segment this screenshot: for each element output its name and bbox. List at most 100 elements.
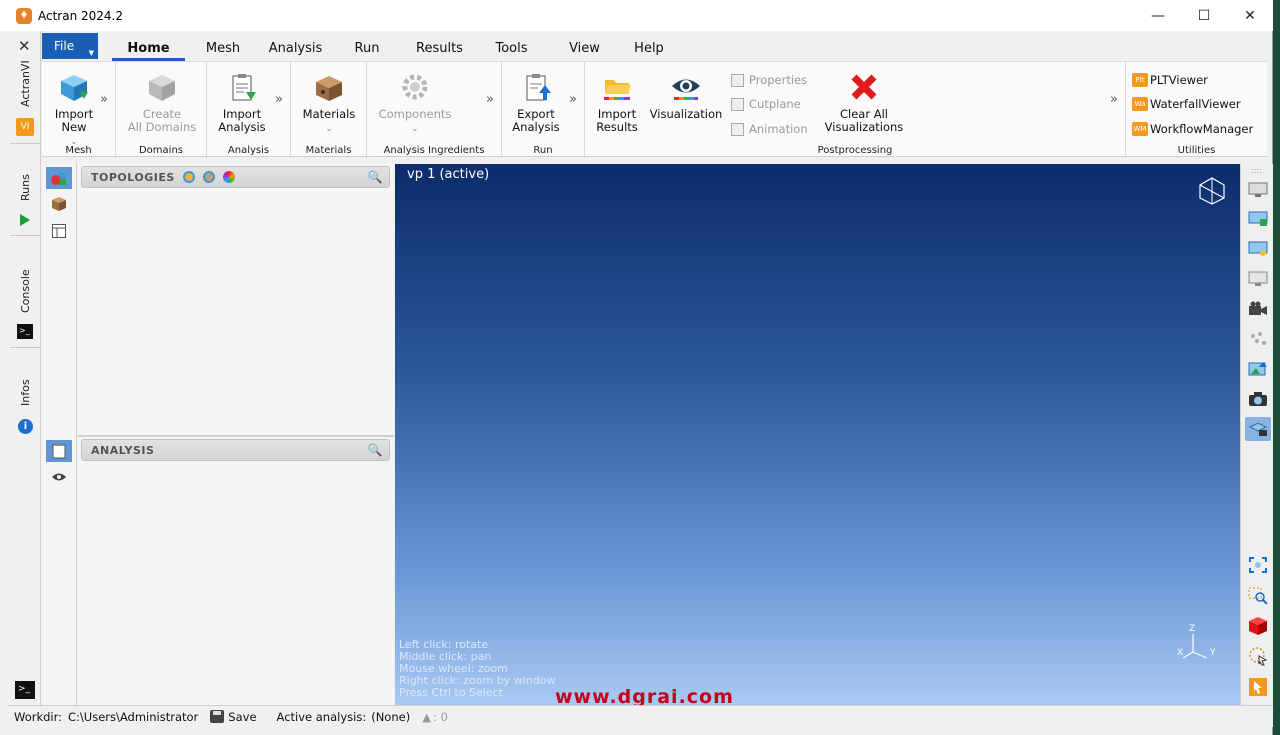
folder-results-icon	[601, 72, 633, 104]
expand-chevron-icon[interactable]: »	[275, 92, 283, 107]
gear-gray-icon	[399, 72, 431, 104]
console-terminal-icon[interactable]: >_	[15, 681, 35, 699]
group-label-analysis: Analysis	[227, 145, 270, 156]
animation-button[interactable]: Animation	[731, 122, 808, 136]
projection-icon[interactable]	[1245, 417, 1271, 441]
layout-icon[interactable]	[46, 220, 72, 242]
tab-results[interactable]: Results	[404, 33, 475, 61]
tab-infos[interactable]: Infos	[19, 379, 32, 406]
tab-console[interactable]: Console	[19, 269, 32, 313]
tab-runs[interactable]: Runs	[19, 174, 32, 201]
workdir-path[interactable]: C:\Users\Administrator	[68, 710, 198, 724]
orientation-cube-icon[interactable]	[1198, 176, 1226, 209]
play-icon[interactable]	[19, 213, 31, 230]
add-viewport-icon[interactable]	[1245, 207, 1271, 231]
left-side-strip: ✕ ActranVI VI Runs Console >_ Infos i >_	[8, 31, 41, 705]
expand-chevron-icon[interactable]: »	[1110, 92, 1118, 107]
filter-box-icon[interactable]	[202, 171, 215, 183]
info-icon[interactable]: i	[18, 419, 33, 434]
materials-button[interactable]: Materials ⌄	[299, 72, 359, 135]
materials-label: Materials	[302, 107, 356, 121]
export-label-2: Analysis	[512, 120, 560, 134]
tab-actranvi[interactable]: ActranVI	[19, 60, 32, 107]
export-image-icon[interactable]	[1245, 357, 1271, 381]
zoom-window-icon[interactable]	[1245, 584, 1271, 608]
close-panel-icon[interactable]: ✕	[18, 37, 31, 55]
analysis-title: ANALYSIS	[91, 443, 155, 457]
pltviewer-icon: Plt	[1132, 73, 1148, 87]
color-wheel-icon[interactable]	[222, 171, 235, 183]
chevron-down-icon: ⌄	[411, 124, 419, 133]
search-icon[interactable]: 🔍	[368, 170, 383, 184]
viewport-toolbar: ::::	[1240, 164, 1273, 705]
tab-analysis[interactable]: Analysis	[261, 33, 330, 61]
group-label-utilities: Utilities	[1177, 145, 1216, 156]
panel-icon-column	[42, 163, 77, 705]
save-button[interactable]: Save	[228, 710, 256, 724]
create-all-domains-button[interactable]: Create All Domains	[126, 72, 198, 134]
pick-mode-icon[interactable]	[1245, 675, 1271, 699]
import-analysis-button[interactable]: Import Analysis	[213, 72, 271, 134]
waterfallviewer-button[interactable]: Wa WaterfallViewer	[1132, 97, 1241, 111]
viewport-title: vp 1 (active)	[407, 167, 490, 182]
export-analysis-button[interactable]: Export Analysis	[508, 72, 564, 134]
close-button[interactable]: ✕	[1227, 0, 1273, 31]
viewport-settings-icon[interactable]	[1245, 237, 1271, 261]
camera-icon[interactable]	[1245, 387, 1271, 411]
save-icon[interactable]	[210, 710, 225, 723]
filter-circle-icon[interactable]	[182, 171, 195, 183]
analysis-panel: ANALYSIS 🔍	[78, 437, 394, 705]
box-icon[interactable]	[46, 193, 72, 215]
red-cube-icon[interactable]	[1245, 614, 1271, 638]
chevron-down-icon: ▼	[88, 49, 94, 57]
ribbon-toolbar: Import New ⌄ » Mesh Create All Domains D…	[42, 61, 1267, 158]
expand-chevron-icon[interactable]: »	[569, 92, 577, 107]
tab-tools[interactable]: Tools	[475, 33, 548, 61]
monitor-icon[interactable]	[1245, 178, 1271, 202]
fit-view-icon[interactable]	[1245, 553, 1271, 577]
file-menu-button[interactable]: File ▼	[42, 33, 98, 59]
tab-view[interactable]: View	[548, 33, 621, 61]
workflowmanager-button[interactable]: WM WorkflowManager	[1132, 122, 1253, 136]
vi-badge[interactable]: VI	[16, 118, 34, 136]
visualization-button[interactable]: Visualization	[649, 72, 723, 121]
clear-all-visualizations-button[interactable]: Clear All Visualizations	[821, 72, 907, 134]
import-results-button[interactable]: Import Results	[593, 72, 641, 134]
topologies-icon[interactable]	[46, 167, 72, 189]
active-analysis-value: (None)	[371, 709, 411, 724]
scatter-points-icon[interactable]	[1245, 327, 1271, 351]
monitor-gray-icon[interactable]	[1245, 267, 1271, 291]
3d-viewport[interactable]: vp 1 (active) Left click: rotate Middle …	[395, 164, 1240, 708]
cutplane-button[interactable]: Cutplane	[731, 97, 801, 111]
pltviewer-button[interactable]: Plt PLTViewer	[1132, 73, 1208, 87]
analysis-clipboard-icon[interactable]	[46, 440, 72, 462]
clear-label-1: Clear All	[840, 107, 888, 121]
ribbon-group-analysis: Import Analysis » Analysis	[207, 62, 291, 158]
expand-chevron-icon[interactable]: »	[486, 92, 494, 107]
components-button[interactable]: Components ⌄	[375, 72, 455, 135]
import-new-button[interactable]: Import New ⌄	[50, 72, 98, 148]
tab-run[interactable]: Run	[330, 33, 404, 61]
lasso-select-icon[interactable]	[1245, 644, 1271, 668]
terminal-icon[interactable]: >_	[17, 324, 33, 339]
ribbon-group-mesh: Import New ⌄ » Mesh	[42, 62, 116, 158]
tab-help[interactable]: Help	[621, 33, 677, 61]
video-camera-icon[interactable]	[1245, 297, 1271, 321]
group-label-materials: Materials	[305, 145, 352, 156]
eye-icon	[670, 72, 702, 104]
search-icon[interactable]: 🔍	[368, 443, 383, 457]
minimize-button[interactable]: —	[1135, 0, 1181, 31]
tab-mesh[interactable]: Mesh	[185, 33, 261, 61]
import-new-label-2: New	[61, 120, 87, 134]
eye-small-icon[interactable]	[46, 466, 72, 488]
workflowmanager-icon: WM	[1132, 122, 1148, 136]
cutplane-label: Cutplane	[749, 97, 801, 111]
box-materials-icon	[313, 72, 345, 104]
expand-chevron-icon[interactable]: »	[100, 92, 108, 107]
warning-icon: ▲	[422, 709, 432, 724]
topologies-title: TOPOLOGIES	[91, 170, 175, 184]
tab-home[interactable]: Home	[112, 33, 185, 61]
properties-button[interactable]: Properties	[731, 73, 807, 87]
menu-bar: Home Mesh Analysis Run Results Tools Vie…	[112, 33, 677, 61]
maximize-button[interactable]: ☐	[1181, 0, 1227, 31]
